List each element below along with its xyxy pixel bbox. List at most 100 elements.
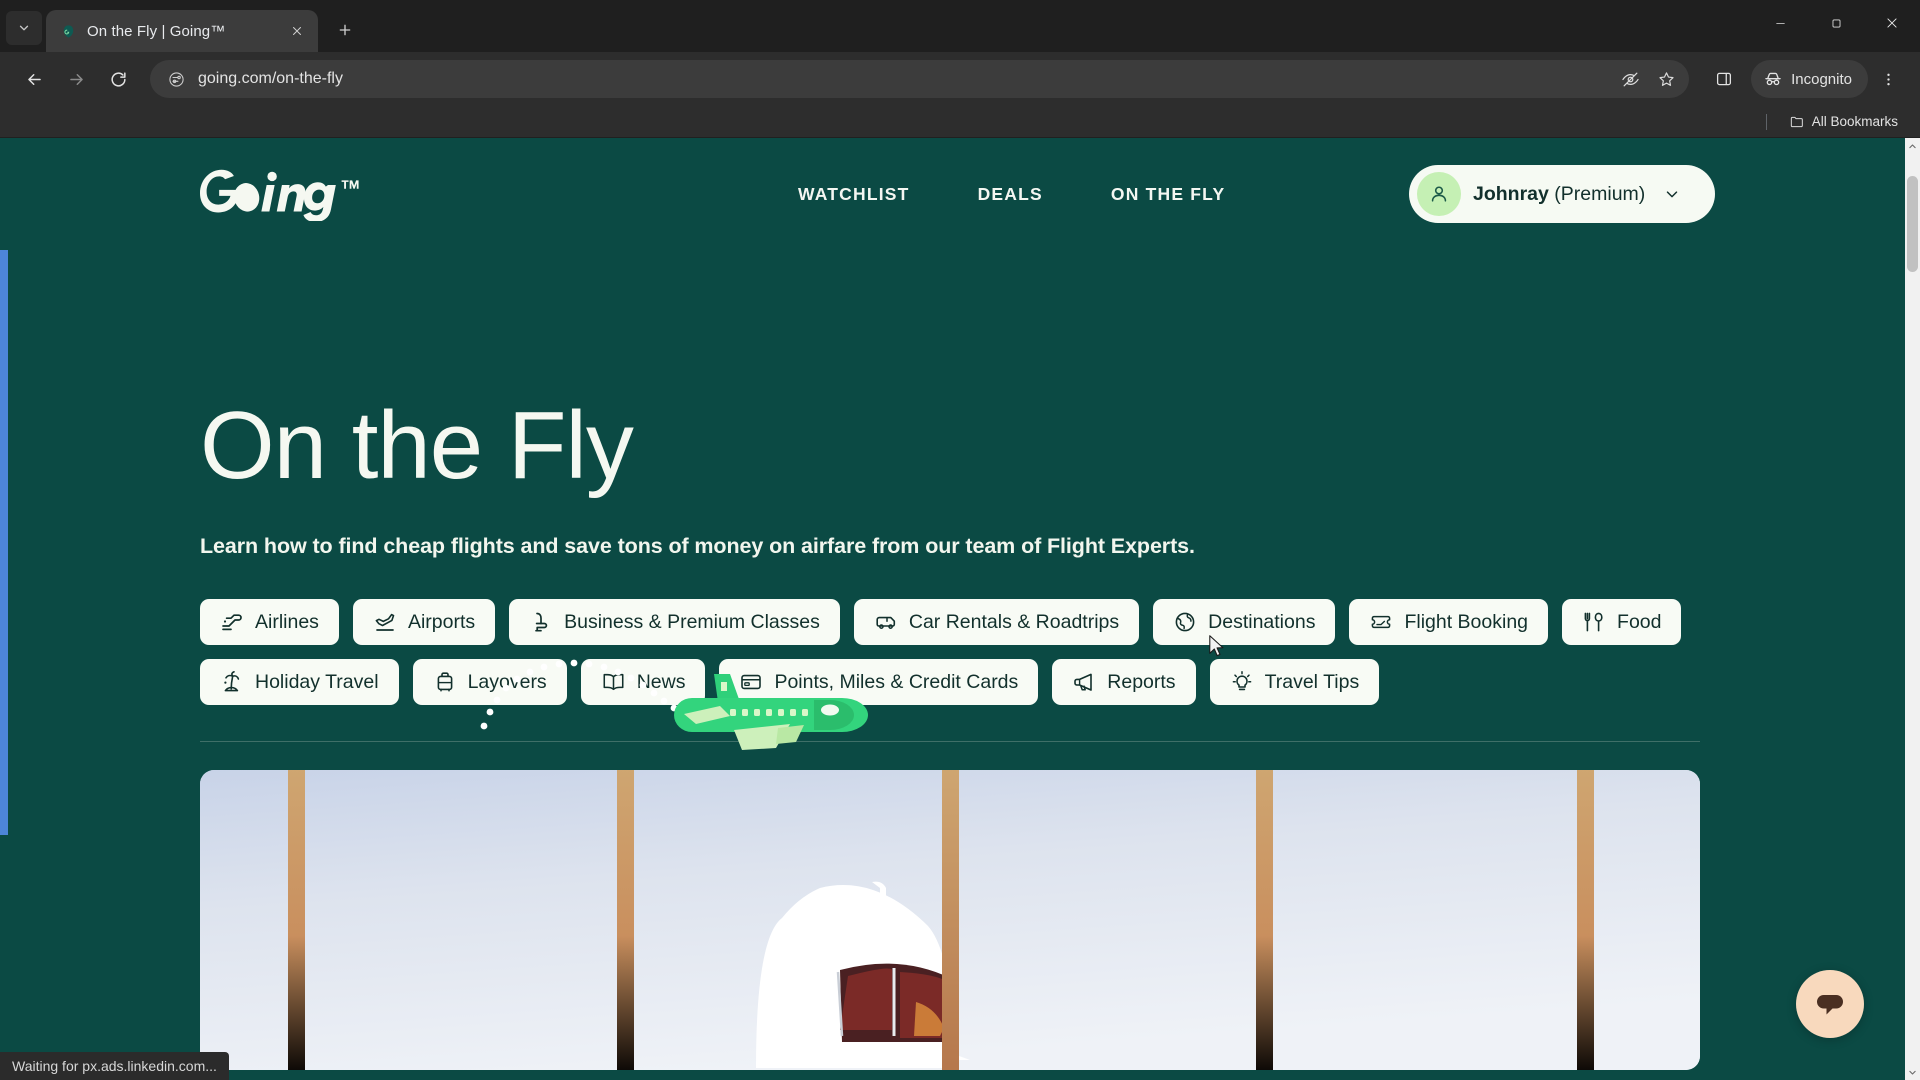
arrow-left-icon <box>27 73 41 85</box>
hero-subtitle: Learn how to find cheap flights and save… <box>200 534 1195 558</box>
omnibox-actions <box>1615 64 1681 94</box>
page-scrollbar[interactable] <box>1905 138 1920 1080</box>
avatar <box>1417 172 1461 216</box>
airplane-illustration <box>480 659 868 750</box>
category-chip-car-rentals-roadtrips[interactable]: Car Rentals & Roadtrips <box>853 599 1140 645</box>
chip-label: Reports <box>1107 670 1176 693</box>
account-username: Johnray <box>1473 182 1549 205</box>
window-controls <box>1752 0 1920 52</box>
page-title: On the Fly <box>200 392 634 499</box>
side-panel-icon <box>1717 72 1732 86</box>
chip-label: Destinations <box>1208 610 1316 633</box>
arrow-right-icon <box>69 73 83 85</box>
palm-tree-icon <box>224 671 240 692</box>
browser-tab[interactable]: On the Fly | Going™ <box>46 10 318 52</box>
hero-photo-graphic <box>200 770 1700 1070</box>
nav-item-deals[interactable]: DEALS <box>956 174 1065 215</box>
fork-spoon-icon <box>1584 612 1603 632</box>
maximize-button[interactable] <box>1808 0 1864 46</box>
browser-window: On the Fly | Going™ going.com/on-the-fly… <box>0 0 1920 1080</box>
chat-widget-button[interactable] <box>1796 970 1864 1038</box>
scroll-down-button[interactable] <box>1905 1064 1920 1080</box>
reload-icon <box>110 71 126 87</box>
megaphone-icon <box>1074 673 1093 691</box>
hero-image <box>200 770 1700 1070</box>
chip-label: Travel Tips <box>1264 670 1360 693</box>
chevron-down-icon <box>1909 1070 1916 1075</box>
side-panel-button[interactable] <box>1705 60 1743 98</box>
category-chip-airlines[interactable]: Airlines <box>200 599 339 645</box>
account-tier: (Premium) <box>1554 182 1646 205</box>
tracking-protection-button[interactable] <box>1615 64 1645 94</box>
chat-bubble-icon <box>1817 995 1843 1015</box>
close-window-button[interactable] <box>1864 0 1920 46</box>
ticket-icon <box>1372 615 1391 629</box>
mouse-cursor <box>1209 635 1224 657</box>
incognito-icon <box>1765 72 1781 86</box>
category-chip-food[interactable]: Food <box>1562 599 1682 645</box>
back-button[interactable] <box>14 59 54 99</box>
nav-item-watchlist[interactable]: WATCHLIST <box>776 174 932 215</box>
scrollbar-thumb[interactable] <box>1907 176 1918 272</box>
new-tab-button[interactable] <box>328 13 362 47</box>
eye-slash-icon <box>1621 72 1639 86</box>
minimize-button[interactable] <box>1752 0 1808 46</box>
close-icon[interactable] <box>286 20 308 42</box>
car-icon <box>876 616 895 629</box>
airplane-side-icon <box>222 614 242 631</box>
hero-section: On the Fly Learn how to find cheap fligh… <box>0 250 1905 750</box>
url-text: going.com/on-the-fly <box>198 70 343 87</box>
chip-label: Airports <box>407 610 476 633</box>
plus-icon <box>339 24 351 36</box>
incognito-indicator[interactable]: Incognito <box>1751 60 1868 98</box>
status-bar: Waiting for px.ads.linkedin.com... <box>0 1052 229 1080</box>
bookmark-button[interactable] <box>1651 64 1681 94</box>
category-chip-flight-booking[interactable]: Flight Booking <box>1349 599 1549 645</box>
category-chip-holiday-travel[interactable]: Holiday Travel <box>200 659 399 705</box>
globe-icon <box>1175 612 1195 632</box>
page-content: WATCHLIST DEALS ON THE FLY Johnray (Prem… <box>0 138 1905 1080</box>
account-menu-button[interactable]: Johnray (Premium) <box>1409 165 1715 223</box>
chip-label: Holiday Travel <box>255 670 379 693</box>
maximize-icon <box>1832 19 1840 27</box>
incognito-label: Incognito <box>1791 70 1852 88</box>
kebab-menu-icon <box>1886 73 1890 85</box>
tune-icon[interactable] <box>162 65 190 93</box>
category-chip-airports[interactable]: Airports <box>352 599 496 645</box>
category-chip-travel-tips[interactable]: Travel Tips <box>1209 659 1380 705</box>
chip-label: Food <box>1617 610 1662 633</box>
browser-menu-button[interactable] <box>1870 60 1906 98</box>
airplane-takeoff-icon <box>375 613 395 631</box>
category-chip-business-premium-classes[interactable]: Business & Premium Classes <box>509 599 840 645</box>
all-bookmarks-label: All Bookmarks <box>1811 114 1898 129</box>
tab-strip: On the Fly | Going™ <box>0 0 1920 52</box>
category-chip-reports[interactable]: Reports <box>1052 659 1196 705</box>
nav-item-on-the-fly[interactable]: ON THE FLY <box>1089 174 1247 215</box>
category-chip-list: Airlines Airports Business & Premium Cla… <box>200 599 1700 705</box>
address-bar[interactable]: going.com/on-the-fly <box>150 60 1690 98</box>
suitcase-icon <box>437 672 452 692</box>
category-chip-destinations[interactable]: Destinations <box>1153 599 1336 645</box>
forward-button[interactable] <box>56 59 96 99</box>
airline-seat-icon <box>535 612 548 632</box>
section-divider <box>200 741 1700 742</box>
tab-search-button[interactable] <box>6 11 42 45</box>
bookmarks-bar: All Bookmarks <box>0 106 1920 138</box>
account-label: Johnray (Premium) <box>1473 183 1645 206</box>
person-icon <box>1431 186 1447 202</box>
main-navigation: WATCHLIST DEALS ON THE FLY <box>776 174 1247 215</box>
going-logo[interactable] <box>200 167 368 221</box>
scroll-up-button[interactable] <box>1905 138 1920 154</box>
divider <box>1765 113 1767 130</box>
browser-toolbar: going.com/on-the-fly Incognito <box>0 52 1920 106</box>
lightbulb-icon <box>1232 671 1251 691</box>
site-header: WATCHLIST DEALS ON THE FLY Johnray (Prem… <box>0 138 1905 250</box>
chip-label: Business & Premium Classes <box>564 610 820 633</box>
all-bookmarks-button[interactable]: All Bookmarks <box>1783 112 1904 132</box>
chevron-up-icon <box>1909 143 1916 148</box>
reload-button[interactable] <box>98 59 138 99</box>
chip-label: Flight Booking <box>1404 610 1529 633</box>
close-icon <box>1887 18 1897 28</box>
chip-label: Car Rentals & Roadtrips <box>908 610 1120 633</box>
chevron-down-icon <box>19 25 29 31</box>
